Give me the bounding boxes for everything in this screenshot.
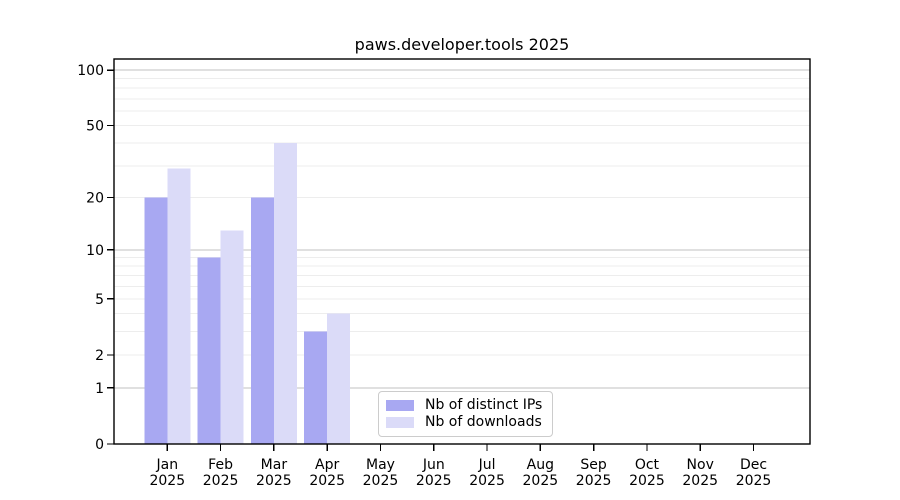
y-tick-label-20: 20: [86, 190, 104, 206]
y-tick-label-50: 50: [86, 119, 104, 135]
x-tick-label-year-jul: 2025: [469, 473, 505, 489]
x-tick-label-month-jun: Jun: [422, 457, 445, 473]
legend-label-downloads: Nb of downloads: [425, 414, 542, 431]
x-tick-label-year-mar: 2025: [256, 473, 292, 489]
bar-ips-feb: [198, 258, 221, 444]
y-tick-label-5: 5: [95, 292, 104, 308]
legend-swatch-distinct-ips: [386, 400, 414, 411]
x-tick-label-month-dec: Dec: [740, 457, 767, 473]
x-tick-label-year-jun: 2025: [416, 473, 452, 489]
x-tick-label-year-aug: 2025: [523, 473, 559, 489]
x-tick-label-month-jan: Jan: [155, 457, 178, 473]
x-tick-label-month-apr: Apr: [315, 457, 339, 473]
y-tick-label-100: 100: [77, 63, 104, 79]
y-tick-label-1: 1: [95, 381, 104, 397]
chart-figure: paws.developer.tools 2025 0125102050100J…: [0, 0, 900, 500]
bar-downloads-apr: [327, 314, 350, 444]
x-tick-label-year-apr: 2025: [309, 473, 345, 489]
x-tick-label-month-jul: Jul: [478, 457, 496, 473]
x-tick-label-month-oct: Oct: [635, 457, 660, 473]
bar-downloads-mar: [274, 143, 297, 444]
x-tick-label-month-mar: Mar: [261, 457, 288, 473]
bar-downloads-jan: [167, 169, 190, 444]
x-tick-label-year-jan: 2025: [149, 473, 185, 489]
y-tick-label-0: 0: [95, 437, 104, 453]
legend-item-distinct-ips: Nb of distinct IPs: [386, 397, 545, 414]
x-tick-label-year-may: 2025: [363, 473, 399, 489]
chart-legend: Nb of distinct IPs Nb of downloads: [378, 391, 553, 437]
x-tick-label-year-oct: 2025: [629, 473, 665, 489]
bar-ips-apr: [304, 332, 327, 444]
y-tick-label-2: 2: [95, 348, 104, 364]
x-tick-label-month-sep: Sep: [580, 457, 607, 473]
y-tick-label-10: 10: [86, 243, 104, 259]
x-tick-label-month-nov: Nov: [687, 457, 714, 473]
x-tick-label-year-feb: 2025: [203, 473, 239, 489]
bar-ips-mar: [251, 197, 274, 444]
legend-label-distinct-ips: Nb of distinct IPs: [425, 397, 542, 414]
bar-ips-jan: [144, 197, 167, 444]
x-tick-label-month-may: May: [366, 457, 395, 473]
x-tick-label-year-nov: 2025: [682, 473, 718, 489]
x-tick-label-month-aug: Aug: [527, 457, 554, 473]
x-tick-label-year-dec: 2025: [736, 473, 772, 489]
bar-downloads-feb: [221, 230, 244, 444]
x-tick-label-month-feb: Feb: [208, 457, 233, 473]
legend-item-downloads: Nb of downloads: [386, 414, 545, 431]
legend-swatch-downloads: [386, 417, 414, 428]
x-tick-label-year-sep: 2025: [576, 473, 612, 489]
